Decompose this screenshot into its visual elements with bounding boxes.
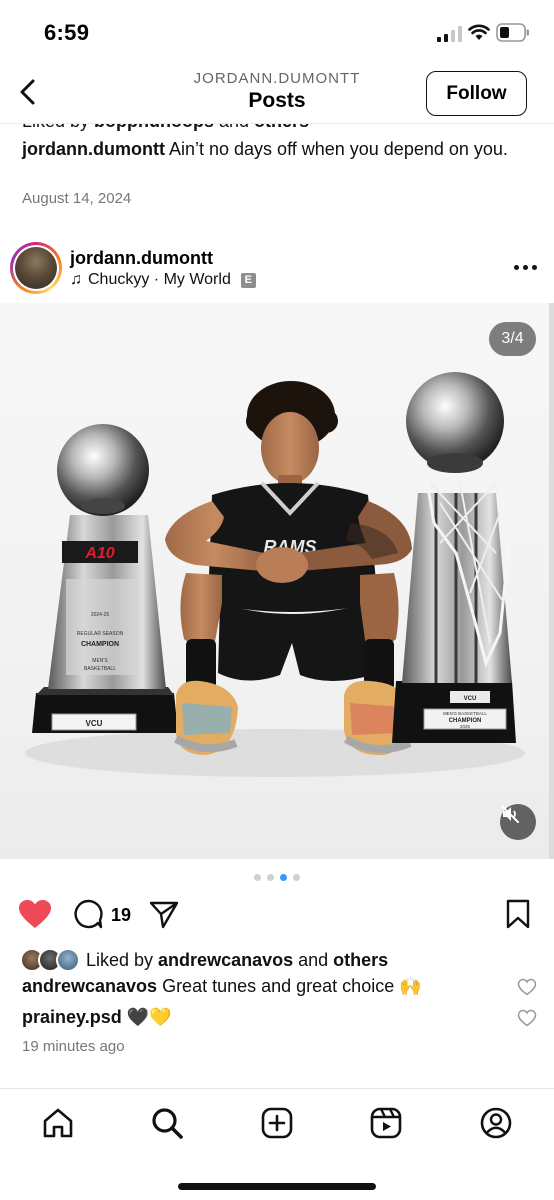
next-image-peek [549, 303, 554, 859]
liked-avatars [20, 948, 82, 972]
carousel-dot [267, 874, 274, 881]
left-base-label: VCU [86, 719, 103, 728]
speaker-muted-icon [501, 805, 519, 823]
status-time: 6:59 [44, 20, 90, 45]
liked-others-link[interactable]: others [333, 950, 388, 970]
comment-user[interactable]: andrewcanavos [22, 976, 157, 996]
nav-reels[interactable] [368, 1105, 404, 1141]
reels-icon [370, 1107, 402, 1139]
left-plaque-line1: REGULAR SEASON [77, 631, 124, 637]
likes-summary[interactable]: Liked by andrewcanavos and others [20, 947, 388, 973]
comment-count[interactable]: 19 [111, 905, 131, 926]
post-username[interactable]: jordann.dumontt [70, 248, 213, 269]
music-title: Chuckyy · My World [88, 271, 231, 288]
share-send-icon[interactable] [148, 899, 180, 929]
comment-item: prainey.psd 🖤💛 [22, 1007, 492, 1028]
top-header: JORDANN.DUMONTT Posts Follow [0, 62, 554, 124]
more-options-icon[interactable] [510, 256, 540, 278]
left-plaque-line3: MEN'S [92, 658, 108, 664]
right-plaque-line1: MEN'S BASKETBALL [443, 711, 487, 716]
nav-profile[interactable] [478, 1105, 514, 1141]
wifi-icon [468, 24, 490, 40]
image-counter-badge: 3/4 [489, 322, 536, 356]
post-photo[interactable]: VCU A10 2024-25 REGULAR SEASON CHAMPION … [0, 303, 554, 859]
comment-icon[interactable] [72, 899, 104, 929]
comment-text: Great tunes and great choice 🙌 [157, 976, 422, 996]
left-plaque-line2: CHAMPION [81, 641, 119, 648]
post-timestamp: 19 minutes ago [22, 1038, 125, 1055]
create-icon [261, 1107, 293, 1139]
avatar-frame [13, 245, 59, 291]
player-figure: RAMS [165, 381, 412, 756]
post-actions: 19 [0, 895, 554, 935]
right-plaque-line3: 2025 [460, 724, 471, 729]
previous-post-caption: jordann.dumontt Ain’t no days off when y… [22, 138, 522, 160]
carousel-dot [254, 874, 261, 881]
explicit-badge: E [240, 272, 256, 288]
left-plaque-year: 2024-25 [91, 612, 110, 618]
mute-toggle[interactable] [500, 804, 536, 840]
nav-search[interactable] [149, 1105, 185, 1141]
previous-caption-text: Ain’t no days off when you depend on you… [164, 139, 508, 159]
liked-user-link[interactable]: andrewcanavos [158, 950, 293, 970]
comment-item: andrewcanavos Great tunes and great choi… [22, 976, 492, 997]
comment-like-heart-icon[interactable] [517, 1009, 537, 1027]
left-trophy: VCU A10 2024-25 REGULAR SEASON CHAMPION … [32, 424, 178, 733]
carousel-dot-active [280, 874, 287, 881]
battery-icon [496, 23, 529, 42]
music-note-icon: ♫ [70, 271, 82, 288]
comment-text: 🖤💛 [121, 1007, 172, 1027]
a10-logo: A10 [84, 545, 114, 562]
photo-illustration: VCU A10 2024-25 REGULAR SEASON CHAMPION … [25, 372, 525, 777]
comment-user[interactable]: prainey.psd [22, 1007, 122, 1027]
home-indicator[interactable] [178, 1183, 376, 1190]
liked-avatar [56, 948, 80, 972]
carousel-dot [293, 874, 300, 881]
previous-caption-user[interactable]: jordann.dumontt [22, 139, 165, 159]
nav-create[interactable] [259, 1105, 295, 1141]
right-top-label: VCU [464, 696, 477, 702]
bottom-navigation [0, 1088, 554, 1200]
story-ring[interactable] [10, 242, 62, 294]
follow-button[interactable]: Follow [426, 71, 527, 116]
cellular-signal-icon [437, 26, 462, 42]
status-bar: 6:59 [0, 0, 554, 62]
nav-home[interactable] [40, 1105, 76, 1141]
post-header: jordann.dumontt ♫ Chuckyy · My World E [0, 240, 554, 302]
comment-like-heart-icon[interactable] [517, 978, 537, 996]
avatar [15, 247, 57, 289]
search-icon [152, 1108, 183, 1139]
likes-text: Liked by andrewcanavos and others [86, 949, 389, 970]
profile-icon [480, 1107, 512, 1139]
carousel-indicator [0, 874, 554, 881]
bookmark-icon[interactable] [504, 899, 532, 929]
left-plaque-line4: BASKETBALL [84, 666, 116, 672]
music-attribution[interactable]: ♫ Chuckyy · My World E [70, 271, 256, 289]
right-trophy: MEN'S BASKETBALL CHAMPION 2025 VCU [392, 372, 516, 743]
home-icon [43, 1108, 73, 1138]
previous-post-date: August 14, 2024 [22, 190, 132, 207]
heart-filled-icon[interactable] [18, 899, 52, 929]
